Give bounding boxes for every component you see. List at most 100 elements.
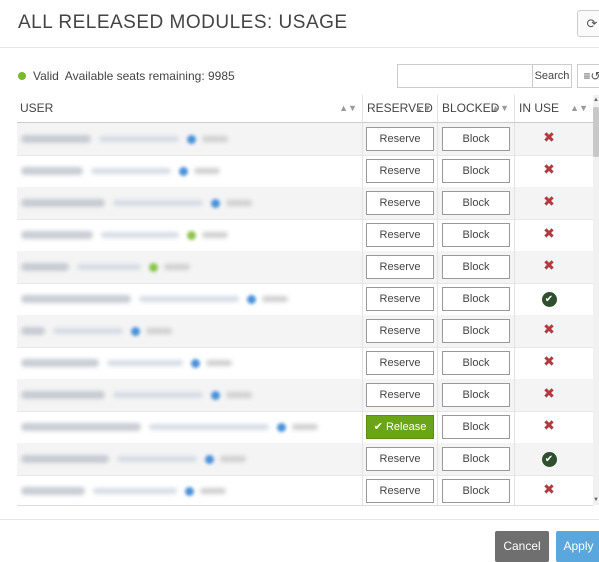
column-divider [437,379,438,411]
column-divider [437,443,438,475]
column-divider [362,155,363,187]
x-icon: ✖ [543,193,555,209]
refresh-icon: ⟳ [586,16,598,31]
scroll-thumb[interactable] [593,107,599,157]
license-status: Valid Available seats remaining: 9985 [18,69,235,83]
user-cell [21,294,288,304]
user-extra-redacted [202,136,228,142]
cancel-button[interactable]: Cancel [495,531,549,562]
column-divider [514,219,515,251]
column-divider [362,443,363,475]
block-button[interactable]: Block [442,287,510,311]
reset-filter-button[interactable]: ≡↺ [577,64,599,88]
column-divider [437,347,438,379]
user-name-redacted [21,263,69,271]
table-row: Reserve Block ✖ [17,475,593,505]
search-button[interactable]: Search [532,64,572,88]
reserve-button[interactable]: Reserve [366,447,434,471]
column-divider [362,187,363,219]
in-use-cell: ✖ [522,417,576,434]
column-divider [362,283,363,315]
block-button[interactable]: Block [442,255,510,279]
block-button[interactable]: Block [442,383,510,407]
reserve-button[interactable]: Reserve [366,159,434,183]
column-divider [514,379,515,411]
x-icon: ✖ [543,161,555,177]
apply-button[interactable]: Apply [556,531,599,562]
column-divider [362,475,363,505]
user-name-redacted [21,391,105,399]
user-name-redacted [21,199,105,207]
scroll-down-icon[interactable]: ▼ [593,497,599,503]
reserve-button[interactable]: Reserve [366,287,434,311]
release-button[interactable]: ✔ Release [366,415,434,439]
table-row: Reserve Block ✔ [17,283,593,316]
user-name-redacted [21,423,141,431]
in-use-cell: ✔ [522,289,576,307]
block-button[interactable]: Block [442,223,510,247]
block-button[interactable]: Block [442,127,510,151]
user-email-redacted [113,392,203,398]
reserve-button[interactable]: Reserve [366,127,434,151]
table-row: Reserve Block ✖ [17,347,593,380]
user-cell [21,422,318,432]
block-button[interactable]: Block [442,447,510,471]
user-status-icon [131,326,140,336]
user-status-icon [277,422,286,432]
user-email-redacted [113,200,203,206]
column-header-blocked[interactable]: BLOCKED ▲▼ [437,95,514,122]
column-divider [437,411,438,443]
footer-divider [0,519,599,520]
scroll-up-icon[interactable]: ▲ [593,97,599,103]
x-icon: ✖ [543,417,555,433]
in-use-cell: ✔ [522,449,576,467]
column-header-in-use[interactable]: IN USE ▲▼ [514,95,593,122]
reserve-button[interactable]: Reserve [366,223,434,247]
refresh-button[interactable]: ⟳ [577,10,599,37]
x-icon: ✖ [543,385,555,401]
user-status-icon [187,134,196,144]
block-button[interactable]: Block [442,191,510,215]
table-row: Reserve Block ✖ [17,155,593,188]
block-button[interactable]: Block [442,319,510,343]
reserve-button[interactable]: Reserve [366,319,434,343]
table-scrollbar[interactable]: ▲ ▼ [593,95,599,505]
reserve-button[interactable]: Reserve [366,351,434,375]
in-use-cell: ✖ [522,353,576,370]
block-button[interactable]: Block [442,415,510,439]
user-name-redacted [21,231,93,239]
reserve-button[interactable]: Reserve [366,479,434,503]
column-divider [362,315,363,347]
user-name-redacted [21,167,83,175]
x-icon: ✖ [543,321,555,337]
column-divider [437,315,438,347]
block-button[interactable]: Block [442,159,510,183]
column-divider [362,411,363,443]
sort-icon: ▲▼ [491,103,509,113]
table-header: USER ▲▼ RESERVED ▲▼ BLOCKED ▲▼ IN USE ▲▼ [17,95,593,123]
column-header-user[interactable]: USER ▲▼ [17,95,362,122]
x-icon: ✖ [543,353,555,369]
column-divider [437,283,438,315]
check-circle-icon: ✔ [541,292,557,307]
user-extra-redacted [200,488,226,494]
page-title: ALL RELEASED MODULES: USAGE [18,12,348,33]
search-input[interactable] [397,64,532,88]
column-header-reserved[interactable]: RESERVED ▲▼ [362,95,437,122]
table-row: Reserve Block ✖ [17,315,593,348]
user-cell [21,390,252,400]
reserve-button[interactable]: Reserve [366,383,434,407]
usage-table: USER ▲▼ RESERVED ▲▼ BLOCKED ▲▼ IN USE ▲▼… [17,95,593,506]
table-row: Reserve Block ✖ [17,219,593,252]
column-divider [437,475,438,505]
user-extra-redacted [220,456,246,462]
table-row: Reserve Block ✖ [17,123,593,156]
column-divider [437,251,438,283]
reserve-button[interactable]: Reserve [366,255,434,279]
user-email-redacted [107,360,183,366]
in-use-cell: ✖ [522,385,576,402]
block-button[interactable]: Block [442,479,510,503]
reserve-button[interactable]: Reserve [366,191,434,215]
column-divider [437,123,438,155]
block-button[interactable]: Block [442,351,510,375]
